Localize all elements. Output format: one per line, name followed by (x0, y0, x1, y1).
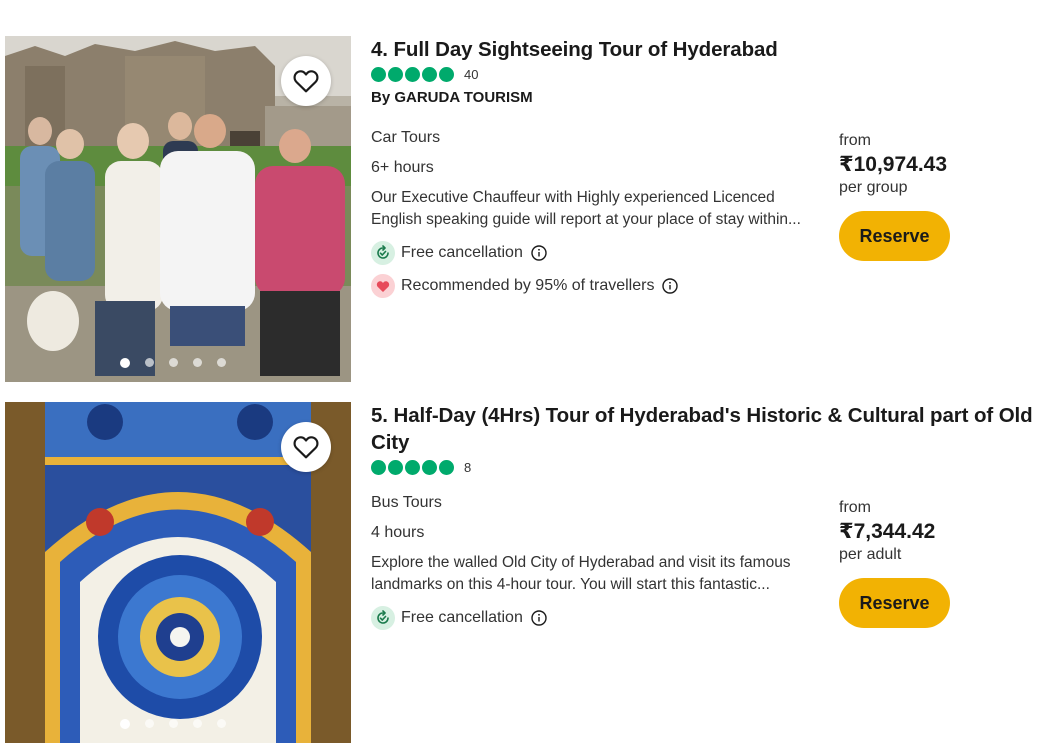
carousel-dot[interactable] (193, 719, 202, 728)
carousel-indicators (5, 719, 351, 729)
rating-bubbles (371, 460, 454, 475)
rating-bubble-icon (371, 67, 386, 82)
info-circle-icon[interactable] (531, 610, 547, 626)
tour-title-link[interactable]: 4. Full Day Sightseeing Tour of Hyderaba… (371, 36, 1041, 63)
free-cancellation-feature: Free cancellation (371, 606, 821, 630)
info-circle-icon[interactable] (531, 245, 547, 261)
reserve-button[interactable]: Reserve (839, 211, 950, 261)
carousel-dot[interactable] (120, 719, 130, 729)
price-amount: ₹10,974.43 (839, 153, 948, 176)
rating-bubble-icon (422, 460, 437, 475)
price-amount: ₹7,344.42 (839, 520, 936, 543)
carousel-dot[interactable] (120, 358, 130, 368)
reserve-button[interactable]: Reserve (839, 578, 950, 628)
info-circle-icon[interactable] (662, 278, 679, 294)
tour-duration: 6+ hours (371, 159, 434, 176)
tour-photo-carousel[interactable] (5, 402, 351, 743)
tour-listing-card: 4. Full Day Sightseeing Tour of Hyderaba… (0, 36, 1053, 382)
heart-filled-icon (371, 274, 395, 298)
tour-info: 4. Full Day Sightseeing Tour of Hyderaba… (371, 36, 821, 298)
rating-bubble-icon (422, 67, 437, 82)
carousel-dot[interactable] (169, 719, 178, 728)
price-unit: per adult (839, 546, 902, 563)
carousel-dot[interactable] (169, 358, 178, 367)
free-cancellation-label: Free cancellation (401, 609, 523, 626)
recommended-feature: Recommended by 95% of travellers (371, 274, 821, 298)
price-from-label: from (839, 499, 871, 516)
rating-bubble-icon (405, 67, 420, 82)
price-from-label: from (839, 132, 871, 149)
refresh-check-icon (371, 241, 395, 265)
rating-bubble-icon (439, 67, 454, 82)
free-cancellation-label: Free cancellation (401, 244, 523, 261)
price-section: from ₹7,344.42 per adult Reserve (839, 499, 1019, 628)
save-to-trip-button[interactable] (281, 56, 331, 106)
price-section: from ₹10,974.43 per group Reserve (839, 132, 1019, 261)
carousel-dot[interactable] (145, 358, 154, 367)
tour-title-link[interactable]: 5. Half-Day (4Hrs) Tour of Hyderabad's H… (371, 402, 1041, 456)
rating-bubble-icon (388, 460, 403, 475)
review-count: 40 (464, 67, 479, 82)
rating-row[interactable]: 40 (371, 66, 821, 83)
tour-duration: 4 hours (371, 524, 425, 541)
carousel-indicators (5, 358, 351, 368)
tour-category: Bus Tours (371, 494, 442, 511)
rating-row[interactable]: 8 (371, 459, 821, 476)
tour-operator: By GARUDA TOURISM (371, 89, 533, 106)
price-unit: per group (839, 179, 908, 196)
recommended-label: Recommended by 95% of travellers (401, 277, 655, 294)
tour-info: 5. Half-Day (4Hrs) Tour of Hyderabad's H… (371, 402, 1033, 630)
rating-bubble-icon (388, 67, 403, 82)
tour-description: Explore the walled Old City of Hyderabad… (371, 554, 791, 593)
tour-description: Our Executive Chauffeur with Highly expe… (371, 189, 801, 228)
carousel-dot[interactable] (193, 358, 202, 367)
heart-outline-icon (293, 70, 319, 93)
review-count: 8 (464, 460, 472, 475)
rating-bubble-icon (405, 460, 420, 475)
tour-listing-card: 5. Half-Day (4Hrs) Tour of Hyderabad's H… (0, 402, 1053, 743)
carousel-dot[interactable] (217, 719, 226, 728)
carousel-dot[interactable] (145, 719, 154, 728)
tour-photo-carousel[interactable] (5, 36, 351, 382)
tour-category: Car Tours (371, 129, 441, 146)
refresh-check-icon (371, 606, 395, 630)
rating-bubbles (371, 67, 454, 82)
rating-bubble-icon (439, 460, 454, 475)
free-cancellation-feature: Free cancellation (371, 241, 821, 265)
carousel-dot[interactable] (217, 358, 226, 367)
save-to-trip-button[interactable] (281, 422, 331, 472)
rating-bubble-icon (371, 460, 386, 475)
heart-outline-icon (293, 436, 319, 459)
